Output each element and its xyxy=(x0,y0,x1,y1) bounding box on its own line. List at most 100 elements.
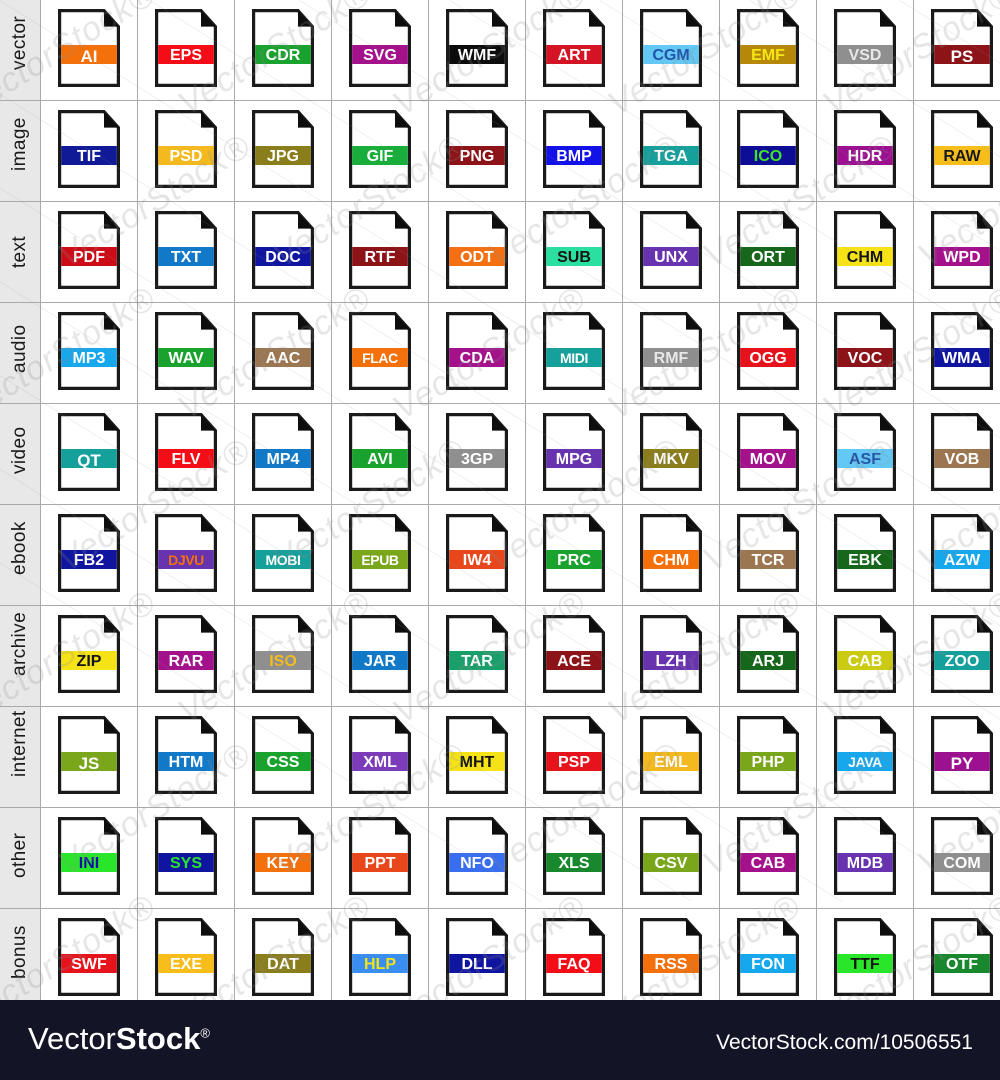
file-icon-voc[interactable]: VOC xyxy=(834,311,896,390)
file-icon-midi[interactable]: MIDI xyxy=(543,311,605,390)
icon-cell-js[interactable]: JS xyxy=(40,706,138,808)
file-icon-iw4[interactable]: IW4 xyxy=(446,513,508,592)
file-icon-hlp[interactable]: HLP xyxy=(349,917,411,996)
icon-cell-rtf[interactable]: RTF xyxy=(331,201,429,303)
file-icon-mov[interactable]: MOV xyxy=(737,412,799,491)
file-icon-cab[interactable]: CAB xyxy=(737,816,799,895)
file-icon-fon[interactable]: FON xyxy=(737,917,799,996)
file-icon-eps[interactable]: EPS xyxy=(155,8,217,87)
file-icon-dat[interactable]: DAT xyxy=(252,917,314,996)
file-icon-sub[interactable]: SUB xyxy=(543,210,605,289)
icon-cell-doc[interactable]: DOC xyxy=(234,201,332,303)
icon-cell-com[interactable]: COM xyxy=(913,807,1000,909)
file-icon-iso[interactable]: ISO xyxy=(252,614,314,693)
icon-cell-tcr[interactable]: TCR xyxy=(719,504,817,606)
icon-cell-csv[interactable]: CSV xyxy=(622,807,720,909)
file-icon-svg[interactable]: SVG xyxy=(349,8,411,87)
icon-cell-java[interactable]: JAVA xyxy=(816,706,914,808)
icon-cell-dat[interactable]: DAT xyxy=(234,908,332,1009)
icon-cell-mdb[interactable]: MDB xyxy=(816,807,914,909)
icon-cell-raw[interactable]: RAW xyxy=(913,100,1000,202)
icon-cell-mov[interactable]: MOV xyxy=(719,403,817,505)
icon-cell-psp[interactable]: PSP xyxy=(525,706,623,808)
icon-cell-swf[interactable]: SWF xyxy=(40,908,138,1009)
icon-cell-tif[interactable]: TIF xyxy=(40,100,138,202)
icon-cell-wpd[interactable]: WPD xyxy=(913,201,1000,303)
icon-cell-ort[interactable]: ORT xyxy=(719,201,817,303)
file-icon-rar[interactable]: RAR xyxy=(155,614,217,693)
file-icon-ttf[interactable]: TTF xyxy=(834,917,896,996)
file-icon-cab[interactable]: CAB xyxy=(834,614,896,693)
file-icon-chm[interactable]: CHM xyxy=(640,513,702,592)
icon-cell-cdr[interactable]: CDR xyxy=(234,0,332,101)
file-icon-mp4[interactable]: MP4 xyxy=(252,412,314,491)
file-icon-vob[interactable]: VOB xyxy=(931,412,993,491)
file-icon-xls[interactable]: XLS xyxy=(543,816,605,895)
file-icon-dll[interactable]: DLL xyxy=(446,917,508,996)
file-icon-flv[interactable]: FLV xyxy=(155,412,217,491)
file-icon-wmf[interactable]: WMF xyxy=(446,8,508,87)
file-icon-qt[interactable]: QT xyxy=(58,412,120,491)
file-icon-raw[interactable]: RAW xyxy=(931,109,993,188)
file-icon-csv[interactable]: CSV xyxy=(640,816,702,895)
icon-cell-ai[interactable]: AI xyxy=(40,0,138,101)
file-icon-cdr[interactable]: CDR xyxy=(252,8,314,87)
file-icon-rss[interactable]: RSS xyxy=(640,917,702,996)
icon-cell-ppt[interactable]: PPT xyxy=(331,807,429,909)
icon-cell-ebk[interactable]: EBK xyxy=(816,504,914,606)
file-icon-htm[interactable]: HTM xyxy=(155,715,217,794)
file-icon-mht[interactable]: MHT xyxy=(446,715,508,794)
file-icon-aac[interactable]: AAC xyxy=(252,311,314,390)
icon-cell-lzh[interactable]: LZH xyxy=(622,605,720,707)
icon-cell-art[interactable]: ART xyxy=(525,0,623,101)
file-icon-otf[interactable]: OTF xyxy=(931,917,993,996)
file-icon-zoo[interactable]: ZOO xyxy=(931,614,993,693)
file-icon-mp3[interactable]: MP3 xyxy=(58,311,120,390)
icon-cell-txt[interactable]: TXT xyxy=(137,201,235,303)
icon-cell-hlp[interactable]: HLP xyxy=(331,908,429,1009)
icon-cell-iso[interactable]: ISO xyxy=(234,605,332,707)
icon-cell-zoo[interactable]: ZOO xyxy=(913,605,1000,707)
file-icon-cda[interactable]: CDA xyxy=(446,311,508,390)
file-icon-ppt[interactable]: PPT xyxy=(349,816,411,895)
file-icon-jar[interactable]: JAR xyxy=(349,614,411,693)
file-icon-ace[interactable]: ACE xyxy=(543,614,605,693)
icon-cell-wmf[interactable]: WMF xyxy=(428,0,526,101)
icon-cell-azw[interactable]: AZW xyxy=(913,504,1000,606)
file-icon-tga[interactable]: TGA xyxy=(640,109,702,188)
icon-cell-sub[interactable]: SUB xyxy=(525,201,623,303)
icon-cell-mp3[interactable]: MP3 xyxy=(40,302,138,404)
file-icon-js[interactable]: JS xyxy=(58,715,120,794)
file-icon-3gp[interactable]: 3GP xyxy=(446,412,508,491)
file-icon-gif[interactable]: GIF xyxy=(349,109,411,188)
icon-cell-png[interactable]: PNG xyxy=(428,100,526,202)
icon-cell-chm[interactable]: CHM xyxy=(622,504,720,606)
icon-cell-htm[interactable]: HTM xyxy=(137,706,235,808)
file-icon-lzh[interactable]: LZH xyxy=(640,614,702,693)
icon-cell-unx[interactable]: UNX xyxy=(622,201,720,303)
file-icon-pdf[interactable]: PDF xyxy=(58,210,120,289)
icon-cell-xls[interactable]: XLS xyxy=(525,807,623,909)
icon-cell-prc[interactable]: PRC xyxy=(525,504,623,606)
file-icon-epub[interactable]: EPUB xyxy=(349,513,411,592)
icon-cell-ico[interactable]: ICO xyxy=(719,100,817,202)
file-icon-odt[interactable]: ODT xyxy=(446,210,508,289)
file-icon-php[interactable]: PHP xyxy=(737,715,799,794)
file-icon-com[interactable]: COM xyxy=(931,816,993,895)
icon-cell-cgm[interactable]: CGM xyxy=(622,0,720,101)
file-icon-png[interactable]: PNG xyxy=(446,109,508,188)
file-icon-mdb[interactable]: MDB xyxy=(834,816,896,895)
file-icon-ebk[interactable]: EBK xyxy=(834,513,896,592)
icon-cell-cab[interactable]: CAB xyxy=(816,605,914,707)
file-icon-key[interactable]: KEY xyxy=(252,816,314,895)
file-icon-java[interactable]: JAVA xyxy=(834,715,896,794)
file-icon-psd[interactable]: PSD xyxy=(155,109,217,188)
file-icon-xml[interactable]: XML xyxy=(349,715,411,794)
file-icon-asf[interactable]: ASF xyxy=(834,412,896,491)
icon-cell-pdf[interactable]: PDF xyxy=(40,201,138,303)
icon-cell-rar[interactable]: RAR xyxy=(137,605,235,707)
icon-cell-ogg[interactable]: OGG xyxy=(719,302,817,404)
icon-cell-php[interactable]: PHP xyxy=(719,706,817,808)
file-icon-arj[interactable]: ARJ xyxy=(737,614,799,693)
icon-cell-ttf[interactable]: TTF xyxy=(816,908,914,1009)
